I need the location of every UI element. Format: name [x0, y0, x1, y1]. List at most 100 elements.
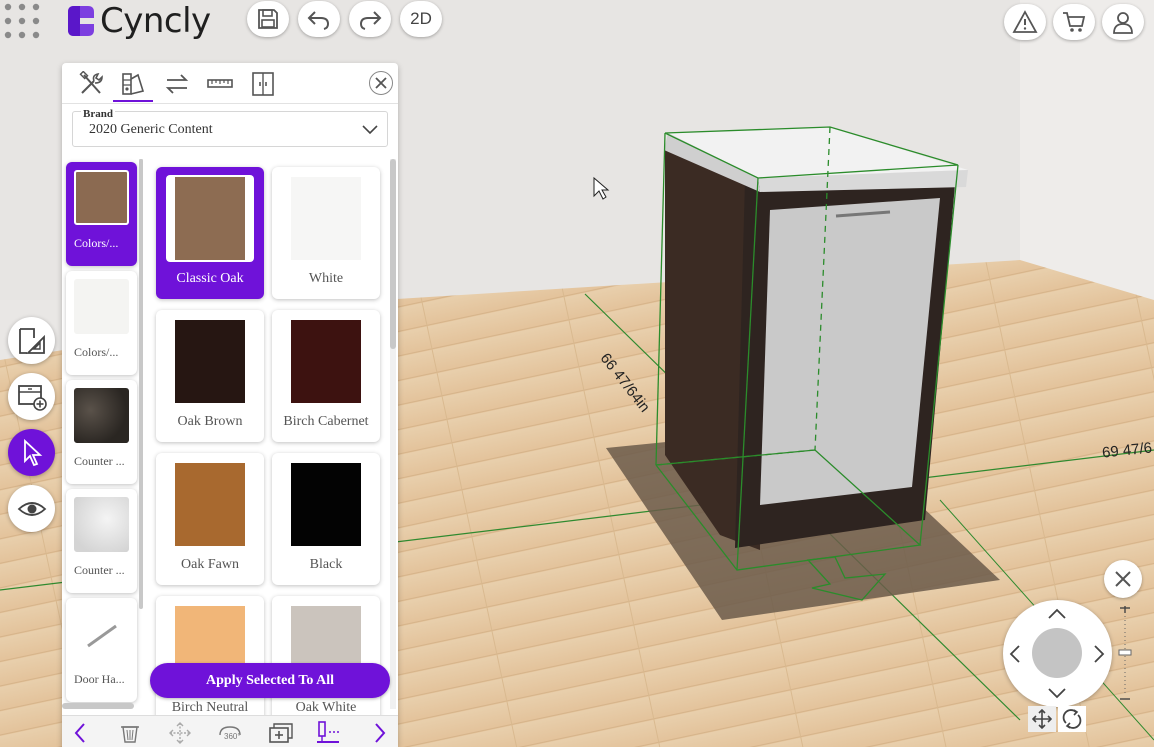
warning-icon: [1012, 10, 1038, 33]
apply-selected-to-all-button[interactable]: Apply Selected To All: [150, 663, 390, 698]
category-thumbnail: [74, 497, 129, 552]
chevron-up-icon[interactable]: [1047, 606, 1067, 620]
orbit-mode-button[interactable]: [1058, 706, 1086, 732]
material-tile[interactable]: White: [272, 167, 380, 299]
category-item[interactable]: Counter ...: [66, 380, 137, 484]
select-tool-button[interactable]: [8, 429, 55, 476]
ruler-icon: [207, 79, 233, 88]
chevron-left-icon[interactable]: [1007, 644, 1021, 664]
warnings-button[interactable]: [1004, 4, 1046, 40]
move-button[interactable]: [166, 720, 194, 746]
category-item[interactable]: Door Ha...: [66, 598, 137, 702]
camera-center-button[interactable]: [1032, 628, 1082, 678]
chevron-down-icon: [362, 125, 378, 135]
undo-button[interactable]: [298, 1, 340, 37]
material-label: Classic Oak: [176, 271, 244, 286]
swap-icon: [165, 74, 189, 94]
category-label: Counter ...: [74, 563, 125, 577]
floorplan-tool-button[interactable]: [8, 317, 55, 364]
material-grid-scrollbar[interactable]: [390, 159, 396, 709]
category-item[interactable]: Counter ...: [66, 489, 137, 593]
material-label: Oak Brown: [177, 414, 243, 429]
category-item[interactable]: Colors/...: [66, 162, 137, 266]
material-label: Oak Fawn: [181, 557, 239, 572]
align-button[interactable]: [314, 720, 342, 746]
material-label: White: [308, 271, 344, 286]
move-icon: [169, 722, 191, 744]
grid-menu-icon: [4, 3, 40, 39]
material-tile[interactable]: Classic Oak: [156, 167, 264, 299]
category-list: Colors/... Colors/... Counter ... Counter .…: [62, 159, 144, 707]
cyncly-logo-icon: [68, 6, 94, 36]
redo-icon: [359, 11, 382, 30]
brand-label: Brand: [81, 108, 115, 120]
user-icon: [1113, 12, 1133, 34]
prev-button[interactable]: [66, 720, 94, 746]
tools-icon: [79, 71, 103, 94]
brand-select[interactable]: Brand 2020 Generic Content: [72, 108, 388, 147]
svg-text:360°: 360°: [224, 732, 241, 741]
chevron-down-icon[interactable]: [1047, 687, 1067, 701]
view-2d-label: 2D: [410, 9, 432, 28]
move-icon: [1032, 709, 1052, 729]
material-tile[interactable]: Birch Cabernet: [272, 310, 380, 442]
category-thumbnail: [74, 279, 129, 334]
delete-button[interactable]: [116, 720, 144, 746]
tab-swap[interactable]: [157, 67, 197, 101]
door-icon: [252, 72, 274, 96]
tab-door[interactable]: [243, 67, 283, 101]
floorplan-icon: [18, 327, 45, 354]
material-swatch: [291, 177, 361, 260]
zoom-slider[interactable]: [1116, 606, 1134, 702]
orbit-rotate-icon: [1062, 709, 1082, 729]
nav-close-button[interactable]: [1104, 560, 1142, 598]
rotate-360-button[interactable]: 360°: [216, 720, 244, 746]
tab-materials[interactable]: [113, 67, 153, 102]
save-button[interactable]: [247, 1, 289, 37]
prev-arrow-icon: [74, 723, 85, 743]
tab-ruler[interactable]: [200, 67, 240, 101]
app-menu-button[interactable]: [2, 2, 44, 42]
duplicate-button[interactable]: [266, 720, 294, 746]
pan-mode-button[interactable]: [1028, 706, 1056, 732]
material-thumbnail: [282, 461, 370, 548]
chevron-right-icon[interactable]: [1093, 644, 1107, 664]
material-tile[interactable]: Oak Brown: [156, 310, 264, 442]
view-2d-toggle-button[interactable]: 2D: [400, 1, 442, 37]
material-tile[interactable]: Oak White: [272, 596, 380, 728]
material-thumbnail: [282, 175, 370, 262]
user-profile-button[interactable]: [1102, 4, 1144, 40]
material-label: Birch Neutral: [171, 700, 249, 715]
cart-button[interactable]: [1053, 4, 1095, 40]
visibility-eye-icon: [17, 501, 46, 516]
next-button[interactable]: [366, 720, 394, 746]
material-label: Birch Cabernet: [283, 414, 369, 429]
undo-icon: [307, 11, 330, 30]
materials-panel: Brand 2020 Generic Content Colors/... Col…: [62, 63, 398, 747]
category-item[interactable]: Colors/...: [66, 271, 137, 375]
rotate-360-icon: 360°: [219, 726, 241, 741]
app-logo: Cyncly: [64, 1, 211, 41]
redo-button[interactable]: [349, 1, 391, 37]
align-icon: [317, 721, 339, 743]
visibility-tool-button[interactable]: [8, 485, 55, 532]
panel-bottom-toolbar: 360°: [62, 715, 398, 747]
delete-icon: [121, 726, 139, 743]
material-label: Black: [309, 557, 343, 572]
add-cabinet-tool-button[interactable]: [8, 373, 55, 420]
tab-tools[interactable]: [71, 67, 111, 101]
category-label: Door Ha...: [74, 672, 125, 686]
material-tile[interactable]: Birch Neutral: [156, 596, 264, 728]
material-swatch: [175, 320, 245, 403]
material-tile[interactable]: Black: [272, 453, 380, 585]
cart-icon: [1063, 12, 1086, 32]
material-thumbnail: [166, 318, 254, 405]
material-swatch: [175, 463, 245, 546]
category-label: Colors/...: [74, 236, 119, 250]
category-scrollbar[interactable]: [139, 159, 143, 609]
material-tile[interactable]: Oak Fawn: [156, 453, 264, 585]
door-handle-icon: [87, 624, 117, 648]
horizontal-scrollbar[interactable]: [62, 703, 134, 709]
materials-icon: [122, 73, 145, 95]
panel-close-button[interactable]: [369, 71, 393, 95]
